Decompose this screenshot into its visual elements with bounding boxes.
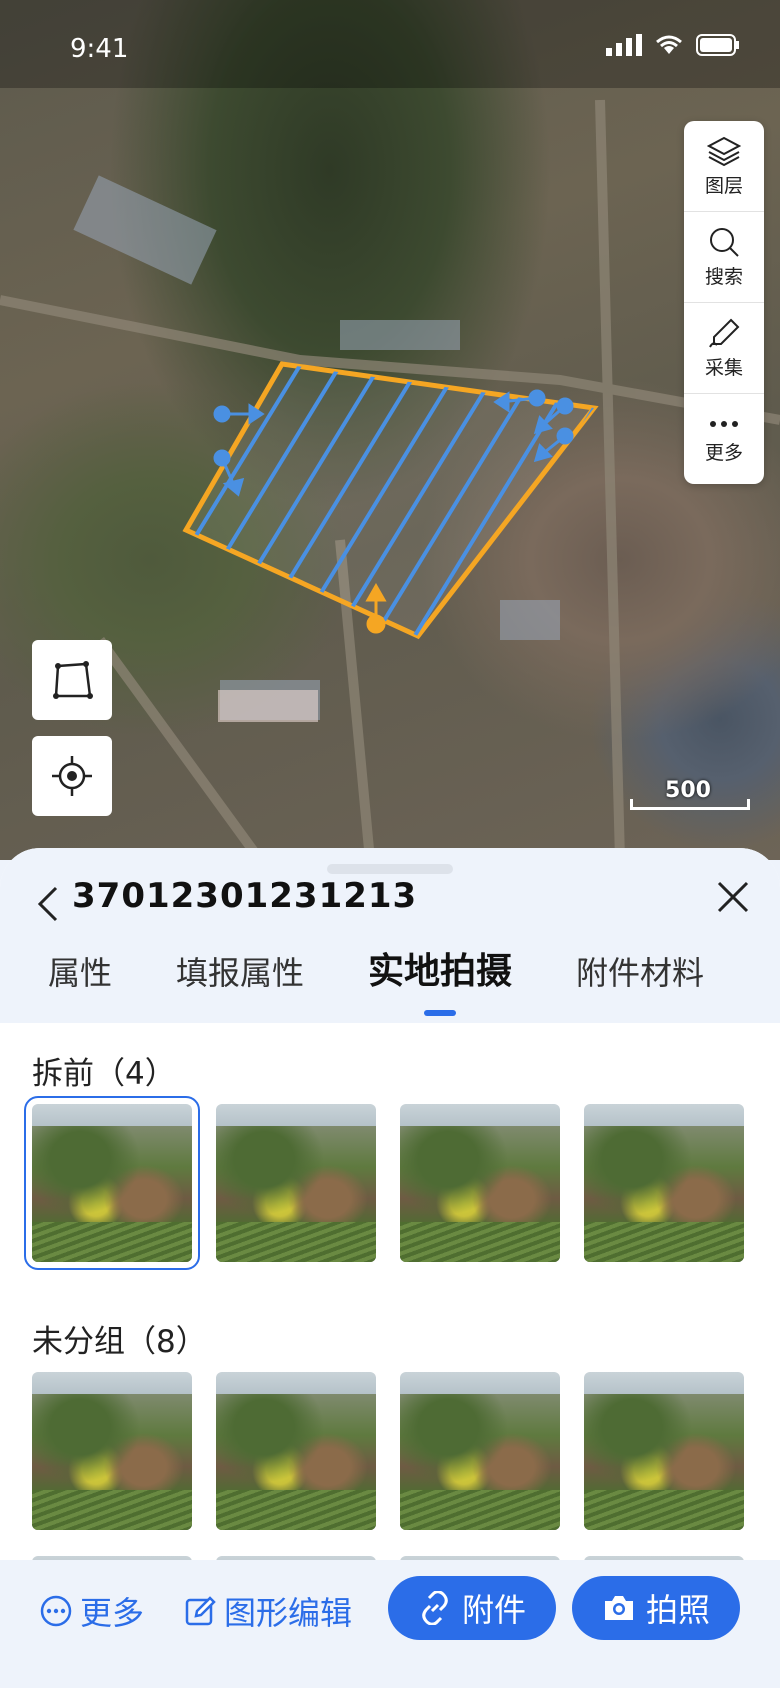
layers-icon	[707, 136, 741, 166]
search-button[interactable]: 搜索	[684, 212, 764, 303]
photo-thumbnail[interactable]	[400, 1372, 560, 1530]
active-tab-indicator	[424, 1010, 456, 1016]
polygon-draw-icon	[53, 661, 93, 699]
map-view[interactable]: 9:41 图层 搜索 采集 更多 500	[0, 0, 780, 860]
more-button[interactable]: 更多	[40, 1588, 144, 1634]
status-time: 9:41	[70, 34, 129, 64]
draw-polygon-button[interactable]	[32, 640, 112, 720]
shape-edit-label: 图形编辑	[224, 1594, 353, 1632]
sheet-handle[interactable]	[327, 864, 453, 874]
photo-thumbnail[interactable]	[584, 1372, 744, 1530]
wifi-icon	[656, 35, 682, 54]
attachment-label: 附件	[461, 1591, 526, 1629]
more-label: 更多	[80, 1594, 145, 1632]
photo-thumbnail[interactable]	[32, 1372, 192, 1530]
close-icon[interactable]	[716, 880, 750, 914]
photo-thumbnail[interactable]	[216, 1104, 376, 1262]
status-bar: 9:41	[0, 0, 780, 88]
collect-button[interactable]: 采集	[684, 303, 764, 394]
map-scale: 500	[628, 778, 750, 812]
more-tools-label: 更多	[704, 441, 743, 464]
take-photo-label: 拍照	[645, 1591, 710, 1629]
group-label-ungrouped: 未分组（8）	[32, 1324, 207, 1360]
bottom-action-bar: 更多 图形编辑 附件 拍照	[0, 1560, 780, 1688]
sheet-tabs: 属性 填报属性 实地拍摄 附件材料	[0, 948, 780, 1008]
sheet-header: 37012301231213 属性 填报属性 实地拍摄 附件材料	[0, 848, 780, 1023]
photo-thumbnail[interactable]	[584, 1104, 744, 1262]
map-tool-panel: 图层 搜索 采集 更多	[684, 121, 764, 484]
pen-icon	[709, 318, 740, 347]
shape-edit-button[interactable]: 图形编辑	[184, 1588, 352, 1634]
edit-icon	[185, 1596, 216, 1626]
locate-icon	[52, 756, 92, 796]
photo-thumbnail[interactable]	[216, 1372, 376, 1530]
signal-icon	[606, 34, 642, 56]
parcel-id-title: 37012301231213	[72, 876, 418, 916]
scale-bar	[630, 799, 750, 810]
collect-label: 采集	[704, 356, 743, 379]
layers-button[interactable]: 图层	[684, 121, 764, 212]
camera-icon	[604, 1596, 633, 1620]
map-overlay	[0, 99, 780, 860]
tab-field-photos[interactable]: 实地拍摄	[368, 942, 512, 994]
photo-thumbnail[interactable]	[400, 1104, 560, 1262]
group-label-before-demolition: 拆前（4）	[32, 1056, 176, 1092]
battery-icon	[696, 34, 739, 56]
take-photo-button[interactable]: 拍照	[572, 1576, 740, 1640]
attachment-button[interactable]: 附件	[388, 1576, 556, 1640]
locate-button[interactable]	[32, 736, 112, 816]
photo-thumbnail[interactable]	[24, 1096, 200, 1270]
search-label: 搜索	[704, 265, 743, 288]
back-icon[interactable]	[36, 884, 60, 924]
tab-attachments[interactable]: 附件材料	[576, 948, 704, 994]
more-dots-icon	[710, 420, 738, 427]
tab-report-attributes[interactable]: 填报属性	[176, 948, 304, 994]
link-icon	[422, 1591, 448, 1625]
more-circle-icon	[40, 1595, 72, 1627]
search-icon	[710, 227, 739, 257]
tab-attributes[interactable]: 属性	[48, 948, 112, 994]
layers-label: 图层	[704, 174, 743, 197]
more-tools-button[interactable]: 更多	[684, 394, 764, 484]
